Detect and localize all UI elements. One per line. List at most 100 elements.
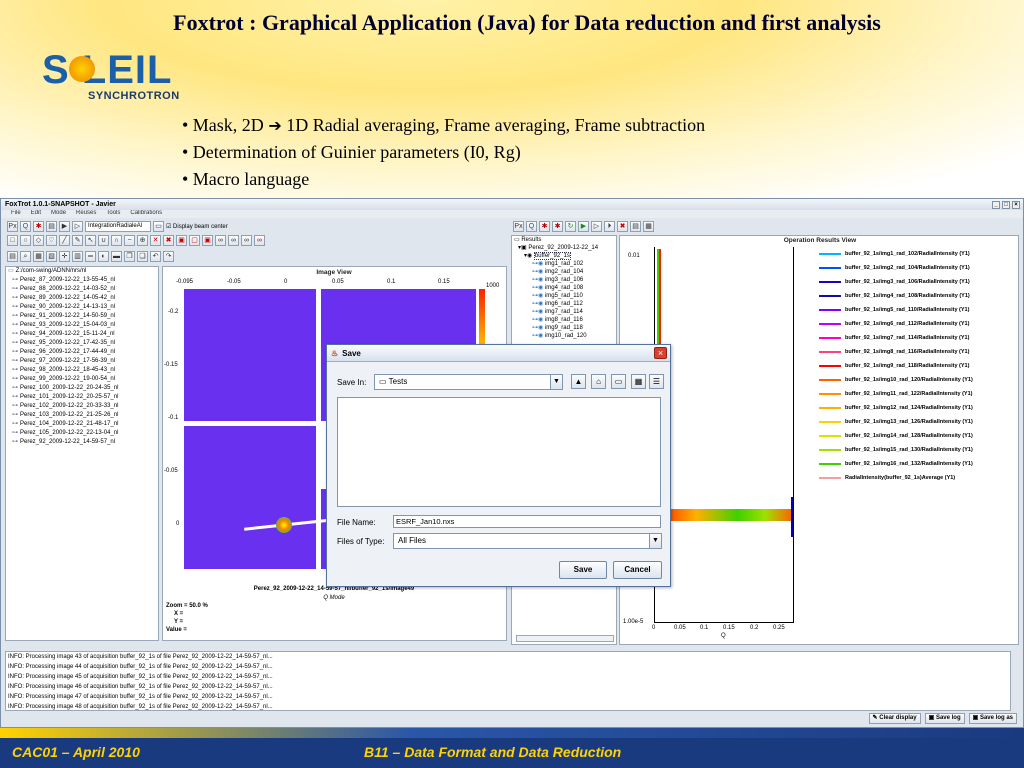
results-item[interactable]: ⊶◉ img1_rad_102 (512, 260, 616, 268)
file-tree-item[interactable]: ⊶ Perez_98_2009-12-22_18-45-43_nl (6, 366, 158, 375)
integration-combo[interactable]: IntegrationRadialeAl (85, 221, 151, 232)
union-icon[interactable]: ∪ (98, 235, 109, 246)
ruler-icon[interactable]: ═ (85, 251, 96, 262)
file-tree-item[interactable]: ⊶ Perez_101_2009-12-22_20-25-57_nl (6, 393, 158, 402)
display-beam-center-checkbox[interactable]: ☑ Display beam center (166, 223, 228, 230)
save-button[interactable]: Save (559, 561, 607, 579)
menu-file[interactable]: File (11, 210, 21, 218)
rectangle-icon[interactable]: □ (7, 235, 18, 246)
file-tree-item[interactable]: ⊶ Perez_95_2009-12-22_17-42-35_nl (6, 339, 158, 348)
step-icon[interactable]: ▷ (72, 221, 83, 232)
intersect-icon[interactable]: ∩ (111, 235, 122, 246)
cancel-button[interactable]: Cancel (613, 561, 662, 579)
files-of-type-combo[interactable]: All Files ▼ (393, 533, 662, 549)
target-icon[interactable]: ⊕ (137, 235, 148, 246)
paste-icon[interactable]: ❏ (137, 251, 148, 262)
results-buffer[interactable]: ▾◉ buffer_92_1s (512, 252, 616, 260)
horizontal-scrollbar[interactable] (516, 635, 614, 642)
file-name-input[interactable]: ESRF_Jan10.nxs (393, 515, 661, 528)
glasses-icon-4[interactable]: ∞ (254, 235, 265, 246)
save-in-combo[interactable]: ▭ Tests ▼ (374, 374, 563, 390)
copy-icon[interactable]: ❐ (124, 251, 135, 262)
maximize-icon[interactable]: □ (1002, 200, 1010, 209)
px-button[interactable]: Px (7, 221, 18, 232)
file-tree-item[interactable]: ⊶ Perez_94_2009-12-22_15-11-24_nl (6, 330, 158, 339)
tool-icon-2[interactable]: ✱ (552, 221, 563, 232)
px-button[interactable]: Px (513, 221, 524, 232)
file-tree-item[interactable]: ⊶ Perez_91_2009-12-22_14-50-59_nl (6, 312, 158, 321)
mask-icon-3[interactable]: ▣ (202, 235, 213, 246)
console-log[interactable]: INFO: Processing image 43 of acquisition… (5, 651, 1011, 711)
results-item[interactable]: ⊶◉ img10_rad_120 (512, 332, 616, 340)
menu-calibrations[interactable]: Calibrations (130, 210, 162, 218)
file-tree-item[interactable]: ⊶ Perez_92_2009-12-22_14-59-57_nl (6, 438, 158, 447)
delete-mask-icon[interactable]: ✕ (150, 235, 161, 246)
palette-icon[interactable]: ◐ (98, 251, 109, 262)
delete-all-icon[interactable]: ✖ (163, 235, 174, 246)
menu-tools[interactable]: Tools (106, 210, 120, 218)
results-item[interactable]: ⊶◉ img2_rad_104 (512, 268, 616, 276)
refresh-icon[interactable]: ↻ (565, 221, 576, 232)
minus-icon[interactable]: − (124, 235, 135, 246)
file-tree-item[interactable]: ⊶ Perez_100_2009-12-22_20-24-35_nl (6, 384, 158, 393)
circle-icon[interactable]: ○ (20, 235, 31, 246)
file-tree-item[interactable]: ⊶ Perez_96_2009-12-22_17-44-49_nl (6, 348, 158, 357)
crosshair-icon[interactable]: ✛ (59, 251, 70, 262)
delete-icon[interactable]: ✖ (617, 221, 628, 232)
folder-icon[interactable]: ▭ (153, 221, 164, 232)
list-view-icon[interactable]: ▦ (631, 374, 646, 389)
glasses-icon-2[interactable]: ∞ (228, 235, 239, 246)
file-tree-item[interactable]: ⊶ Perez_97_2009-12-22_17-56-39_nl (6, 357, 158, 366)
pointer-icon[interactable]: ↖ (85, 235, 96, 246)
file-tree-item[interactable]: ⊶ Perez_99_2009-12-22_19-00-54_nl (6, 375, 158, 384)
save-log-as-button[interactable]: ▣ Save log as (968, 713, 1017, 724)
line-icon[interactable]: ╱ (59, 235, 70, 246)
zoom-icon[interactable]: ⌕ (20, 251, 31, 262)
results-item[interactable]: ⊶◉ img8_rad_116 (512, 316, 616, 324)
undo-icon[interactable]: ↶ (150, 251, 161, 262)
export-icon[interactable]: ▧ (46, 251, 57, 262)
heart-icon[interactable]: ♡ (46, 235, 57, 246)
export-icon[interactable]: ▦ (643, 221, 654, 232)
menu-reuses[interactable]: Reuses (76, 210, 96, 218)
tool-icon-1[interactable]: ✱ (33, 221, 44, 232)
forward-icon[interactable]: ⏵ (604, 221, 615, 232)
results-root[interactable]: ▭ Results (512, 236, 616, 244)
file-list[interactable] (337, 397, 661, 507)
menu-edit[interactable]: Edit (31, 210, 41, 218)
glasses-icon-3[interactable]: ∞ (241, 235, 252, 246)
q-button[interactable]: Q (20, 221, 31, 232)
results-item[interactable]: ⊶◉ img7_rad_114 (512, 308, 616, 316)
dialog-close-button[interactable]: × (654, 347, 667, 359)
up-folder-icon[interactable]: ▲ (571, 374, 586, 389)
results-item[interactable]: ⊶◉ img4_rad_108 (512, 284, 616, 292)
mask-icon-1[interactable]: ▣ (176, 235, 187, 246)
glasses-icon-1[interactable]: ∞ (215, 235, 226, 246)
table-icon[interactable]: ▤ (630, 221, 641, 232)
file-tree-item[interactable]: ⊶ Perez_90_2009-12-22_14-13-13_nl (6, 303, 158, 312)
file-tree-item[interactable]: ⊶ Perez_102_2009-12-22_20-33-33_nl (6, 402, 158, 411)
results-item[interactable]: ⊶◉ img3_rad_106 (512, 276, 616, 284)
save-log-button[interactable]: ▣ Save log (924, 713, 965, 724)
file-tree-item[interactable]: ⊶ Perez_103_2009-12-22_21-25-26_nl (6, 411, 158, 420)
new-folder-icon[interactable]: ▭ (611, 374, 626, 389)
list-icon[interactable]: ▤ (7, 251, 18, 262)
save-icon[interactable]: ▦ (33, 251, 44, 262)
play-icon[interactable]: ▶ (578, 221, 589, 232)
file-tree-item[interactable]: ⊶ Perez_93_2009-12-22_15-04-03_nl (6, 321, 158, 330)
clear-display-button[interactable]: ✎ Clear display (868, 713, 921, 724)
camera-icon[interactable]: ▬ (111, 251, 122, 262)
results-file[interactable]: ▾▣ Perez_92_2009-12-22_14 (512, 244, 616, 252)
close-icon[interactable]: × (1012, 200, 1020, 209)
mask-icon-2[interactable]: ▢ (189, 235, 200, 246)
file-tree-item[interactable]: ⊶ Perez_87_2009-12-22_13-55-45_nl (6, 276, 158, 285)
results-item[interactable]: ⊶◉ img6_rad_112 (512, 300, 616, 308)
results-item[interactable]: ⊶◉ img5_rad_110 (512, 292, 616, 300)
results-item[interactable]: ⊶◉ img9_rad_118 (512, 324, 616, 332)
redo-icon[interactable]: ↷ (163, 251, 174, 262)
play-icon[interactable]: ▶ (59, 221, 70, 232)
file-tree-item[interactable]: ⊶ Perez_88_2009-12-22_14-03-52_nl (6, 285, 158, 294)
polygon-icon[interactable]: ◇ (33, 235, 44, 246)
home-icon[interactable]: ⌂ (591, 374, 606, 389)
tool-icon-2[interactable]: ▤ (46, 221, 57, 232)
